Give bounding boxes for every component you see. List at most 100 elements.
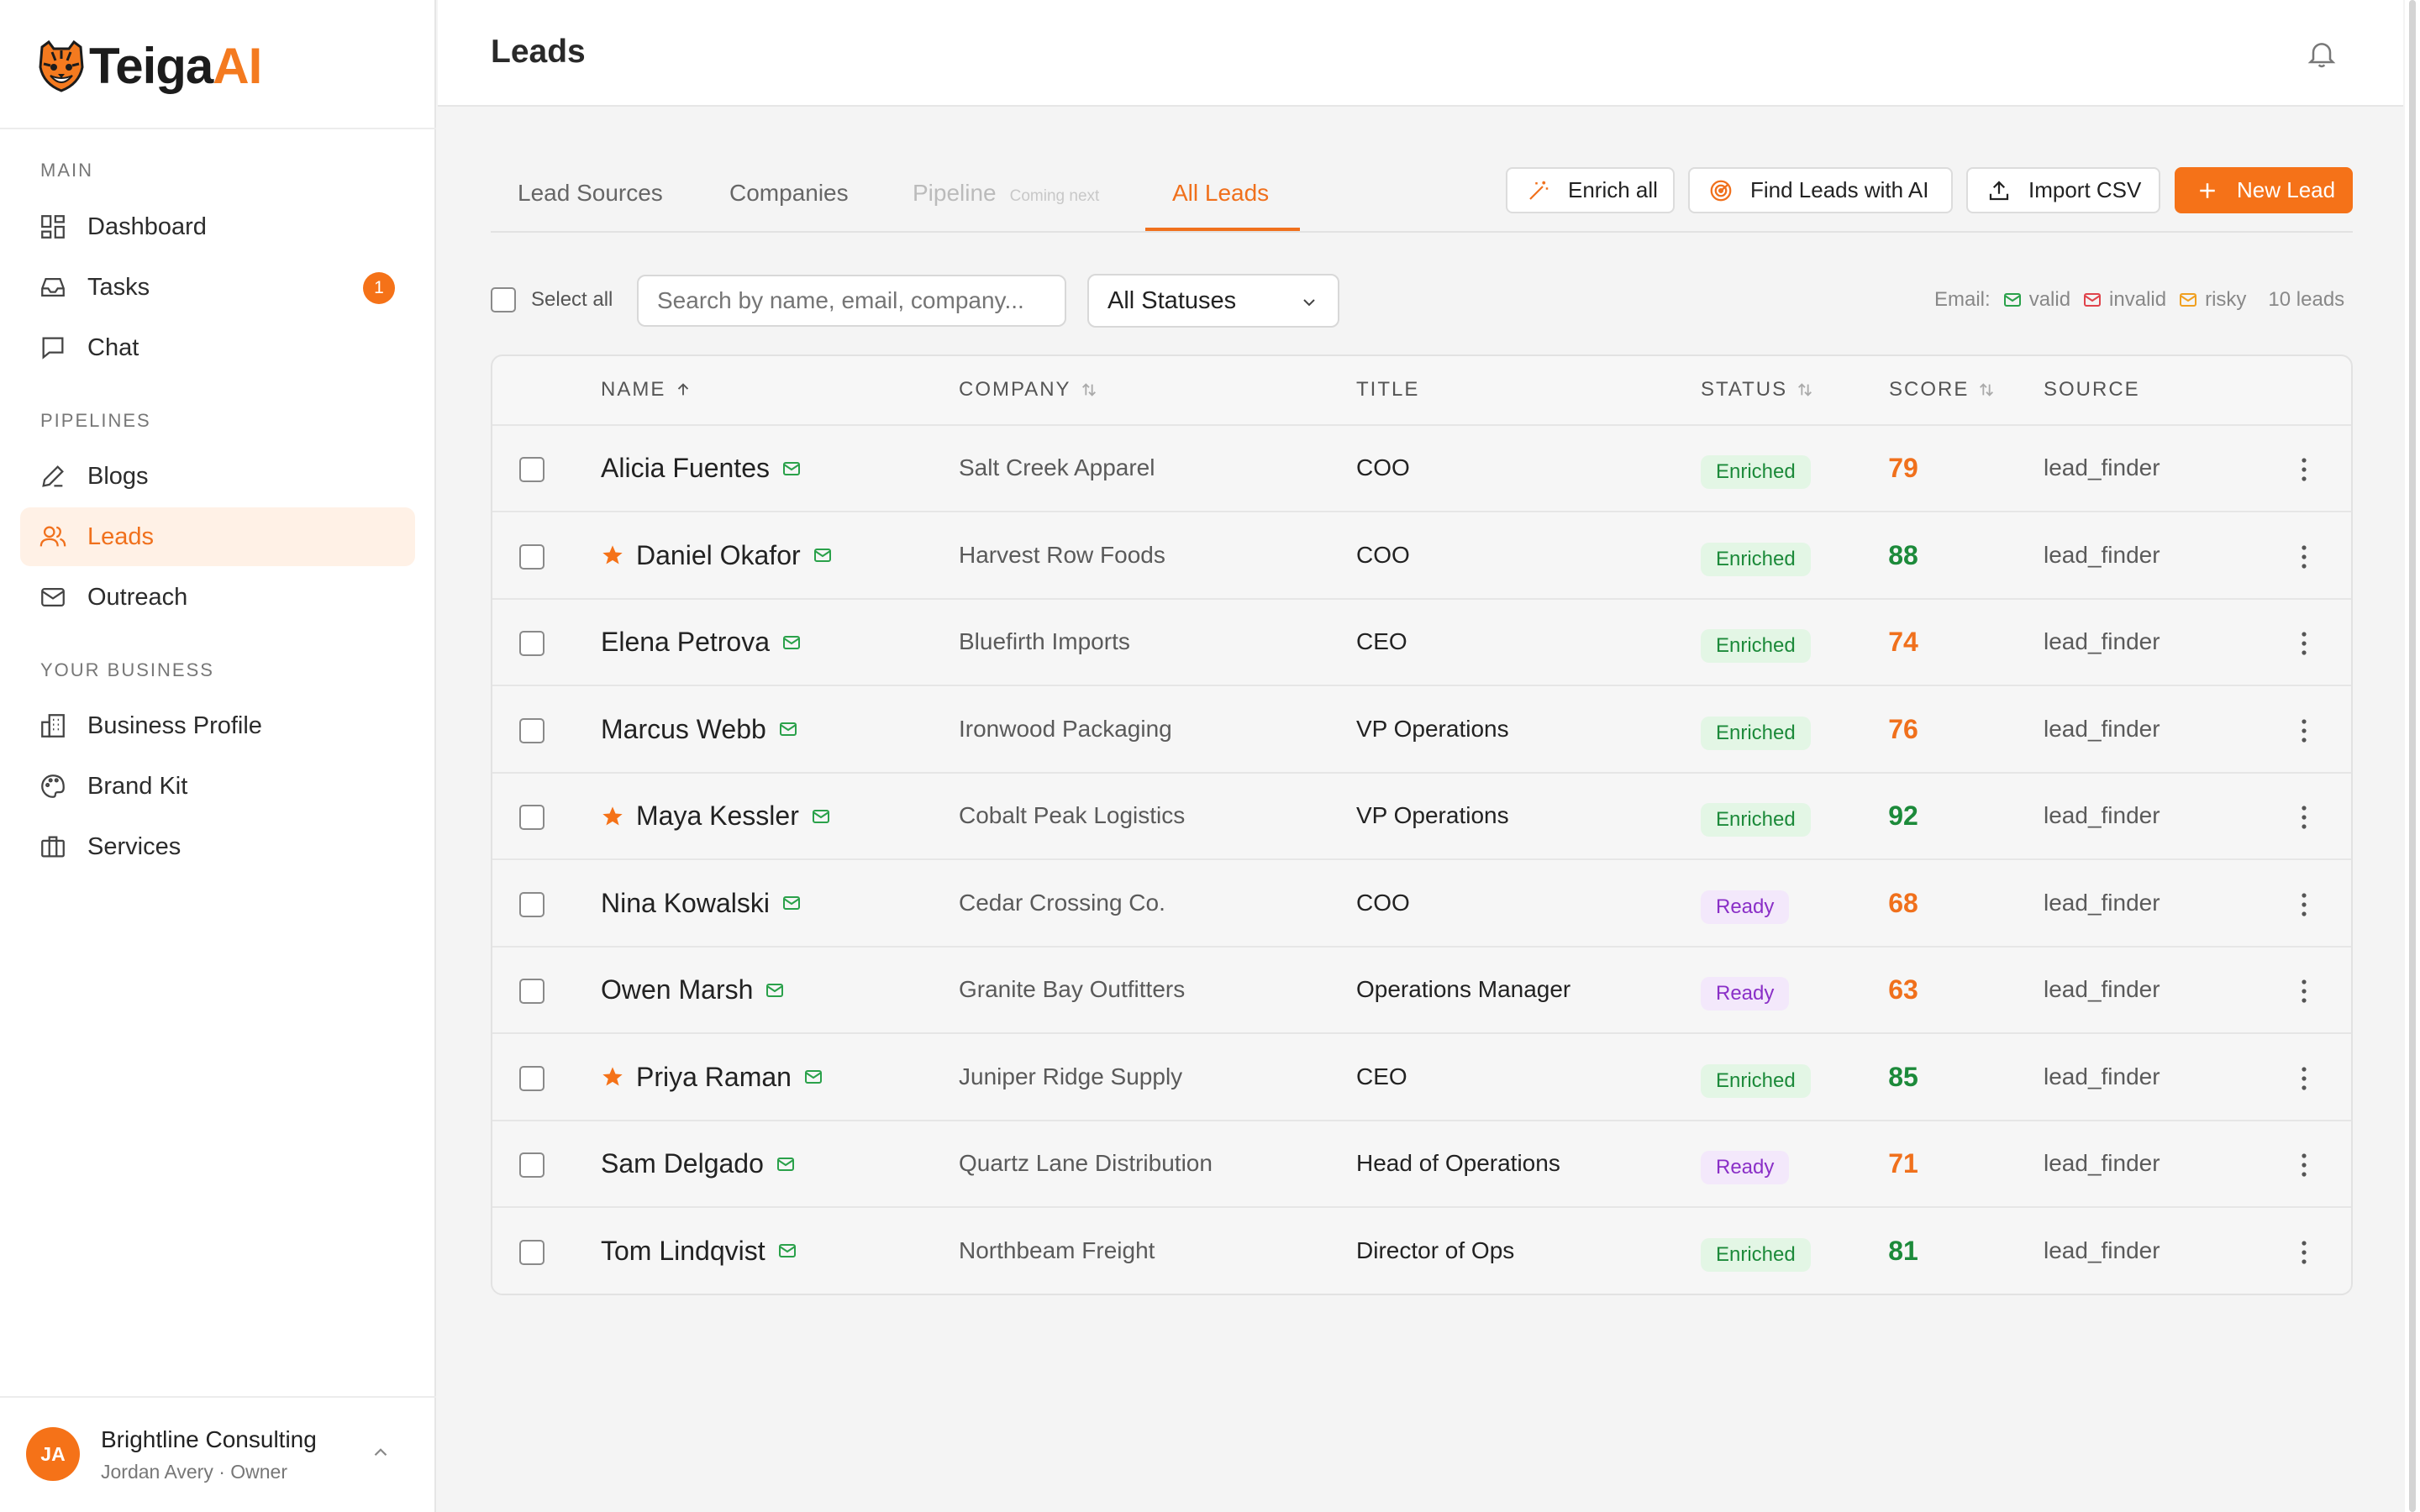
lead-name[interactable]: Alicia Fuentes: [601, 453, 770, 484]
chevron-up-icon[interactable]: [370, 1441, 392, 1463]
column-header-name[interactable]: NAME: [601, 378, 692, 402]
import-csv-button[interactable]: Import CSV: [1966, 167, 2160, 213]
row-checkbox[interactable]: [519, 1239, 544, 1265]
lead-name-cell[interactable]: Priya Raman: [601, 1062, 823, 1093]
more-options-icon[interactable]: [2299, 1064, 2309, 1093]
more-options-icon[interactable]: [2299, 890, 2309, 919]
select-all-label: Select all: [531, 288, 613, 311]
row-checkbox[interactable]: [519, 805, 544, 830]
sidebar-item-outreach[interactable]: Outreach: [20, 568, 415, 627]
select-all-checkbox[interactable]: [491, 287, 516, 312]
mail-valid-icon: [812, 809, 829, 823]
tab-companies[interactable]: Companies: [729, 180, 849, 207]
sidebar-item-blogs[interactable]: Blogs: [20, 447, 415, 506]
lead-name-cell[interactable]: Daniel Okafor: [601, 540, 833, 571]
more-options-icon[interactable]: [2299, 455, 2309, 484]
lead-name[interactable]: Elena Petrova: [601, 627, 770, 658]
sidebar-item-chat[interactable]: Chat: [20, 318, 415, 377]
lead-name[interactable]: Daniel Okafor: [636, 540, 801, 571]
lead-name-cell[interactable]: Marcus Webb: [601, 714, 798, 745]
more-options-icon[interactable]: [2299, 717, 2309, 745]
more-options-icon[interactable]: [2299, 977, 2309, 1005]
scrollbar[interactable]: [2405, 0, 2420, 1512]
more-options-icon[interactable]: [2299, 629, 2309, 658]
table-row[interactable]: Maya Kessler Cobalt Peak Logistics VP Oper…: [492, 774, 2351, 860]
lead-name-cell[interactable]: Nina Kowalski: [601, 888, 802, 919]
status-badge: Ready: [1701, 890, 1790, 924]
sidebar-item-leads[interactable]: Leads: [20, 507, 415, 566]
more-options-icon[interactable]: [2299, 543, 2309, 571]
column-header-company[interactable]: COMPANY: [959, 378, 1098, 402]
tab-all-leads[interactable]: All Leads: [1172, 180, 1269, 207]
table-row[interactable]: Marcus Webb Ironwood Packaging VP Operatio…: [492, 686, 2351, 774]
lead-title: COO: [1356, 454, 1410, 480]
tab-lead-sources[interactable]: Lead Sources: [518, 180, 663, 207]
sidebar-item-dashboard[interactable]: Dashboard: [20, 197, 415, 256]
org-user: Jordan Avery · Owner: [101, 1461, 288, 1483]
table-row[interactable]: Nina Kowalski Cedar Crossing Co. COO Ready 6…: [492, 860, 2351, 948]
mail-valid-icon: [783, 635, 801, 649]
teiga-logo[interactable]: TeigaAI: [37, 35, 262, 96]
status-badge: Enriched: [1701, 1063, 1811, 1098]
more-options-icon[interactable]: [2299, 1151, 2309, 1179]
sidebar-item-services[interactable]: Services: [20, 817, 415, 876]
sidebar-item-label: Tasks: [87, 273, 150, 301]
enrich-all-button[interactable]: Enrich all: [1506, 167, 1675, 213]
table-row[interactable]: Alicia Fuentes Salt Creek Apparel COO Enric…: [492, 426, 2351, 512]
lead-title: COO: [1356, 889, 1410, 916]
more-options-icon[interactable]: [2299, 803, 2309, 832]
lead-source: lead_finder: [2044, 541, 2160, 568]
lead-name[interactable]: Marcus Webb: [601, 714, 766, 745]
table-row[interactable]: Owen Marsh Granite Bay Outfitters Operatio…: [492, 948, 2351, 1034]
status-filter-select[interactable]: All Statuses: [1087, 274, 1339, 328]
table-row[interactable]: Tom Lindqvist Northbeam Freight Director o…: [492, 1208, 2351, 1294]
new-lead-button[interactable]: New Lead: [2175, 167, 2353, 213]
row-checkbox[interactable]: [519, 543, 544, 570]
lead-name[interactable]: Maya Kessler: [636, 801, 799, 832]
more-options-icon[interactable]: [2299, 1238, 2309, 1267]
find-leads-ai-button[interactable]: Find Leads with AI: [1688, 167, 1953, 213]
row-checkbox[interactable]: [519, 1152, 544, 1178]
status-badge: Ready: [1701, 977, 1790, 1011]
lead-name[interactable]: Nina Kowalski: [601, 888, 770, 919]
avatar[interactable]: JA: [26, 1427, 80, 1481]
status-badge: Enriched: [1701, 629, 1811, 663]
search-input[interactable]: [637, 275, 1066, 327]
table-row[interactable]: Elena Petrova Bluefirth Imports CEO Enriche…: [492, 600, 2351, 686]
lead-name-cell[interactable]: Sam Delgado: [601, 1148, 796, 1179]
row-checkbox[interactable]: [519, 891, 544, 917]
row-checkbox[interactable]: [519, 979, 544, 1004]
sidebar-item-brand-kit[interactable]: Brand Kit: [20, 757, 415, 816]
lead-name-cell[interactable]: Elena Petrova: [601, 627, 802, 658]
row-checkbox[interactable]: [519, 1065, 544, 1091]
row-checkbox[interactable]: [519, 457, 544, 482]
table-row[interactable]: Sam Delgado Quartz Lane Distribution Head …: [492, 1121, 2351, 1208]
column-header-score[interactable]: SCORE: [1889, 378, 1996, 402]
tasks-count-badge: 1: [363, 272, 395, 304]
lead-name-cell[interactable]: Tom Lindqvist: [601, 1236, 797, 1267]
row-checkbox[interactable]: [519, 717, 544, 743]
table-row[interactable]: Daniel Okafor Harvest Row Foods COO Enriche…: [492, 512, 2351, 600]
lead-name-cell[interactable]: Maya Kessler: [601, 801, 831, 832]
row-checkbox[interactable]: [519, 631, 544, 656]
lead-name[interactable]: Priya Raman: [636, 1062, 792, 1093]
column-header-status[interactable]: STATUS: [1701, 378, 1814, 402]
star-icon[interactable]: [601, 805, 624, 828]
lead-name[interactable]: Owen Marsh: [601, 974, 753, 1005]
sidebar-item-business-profile[interactable]: Business Profile: [20, 696, 415, 755]
sidebar-item-tasks[interactable]: Tasks 1: [20, 258, 415, 317]
lead-name-cell[interactable]: Alicia Fuentes: [601, 453, 802, 484]
lead-name-cell[interactable]: Owen Marsh: [601, 974, 785, 1005]
lead-title: Head of Operations: [1356, 1150, 1560, 1176]
table-row[interactable]: Priya Raman Juniper Ridge Supply CEO Enrich…: [492, 1034, 2351, 1121]
lead-name[interactable]: Tom Lindqvist: [601, 1236, 765, 1267]
star-icon[interactable]: [601, 1065, 624, 1089]
bell-icon[interactable]: [2305, 37, 2338, 71]
column-header-source: SOURCE: [2044, 378, 2140, 401]
brand-name: TeigaAI: [89, 37, 262, 94]
mail-valid-icon: [779, 722, 797, 736]
lead-title: COO: [1356, 541, 1410, 568]
status-badge: Enriched: [1701, 542, 1811, 576]
star-icon[interactable]: [601, 543, 624, 567]
lead-name[interactable]: Sam Delgado: [601, 1148, 764, 1179]
